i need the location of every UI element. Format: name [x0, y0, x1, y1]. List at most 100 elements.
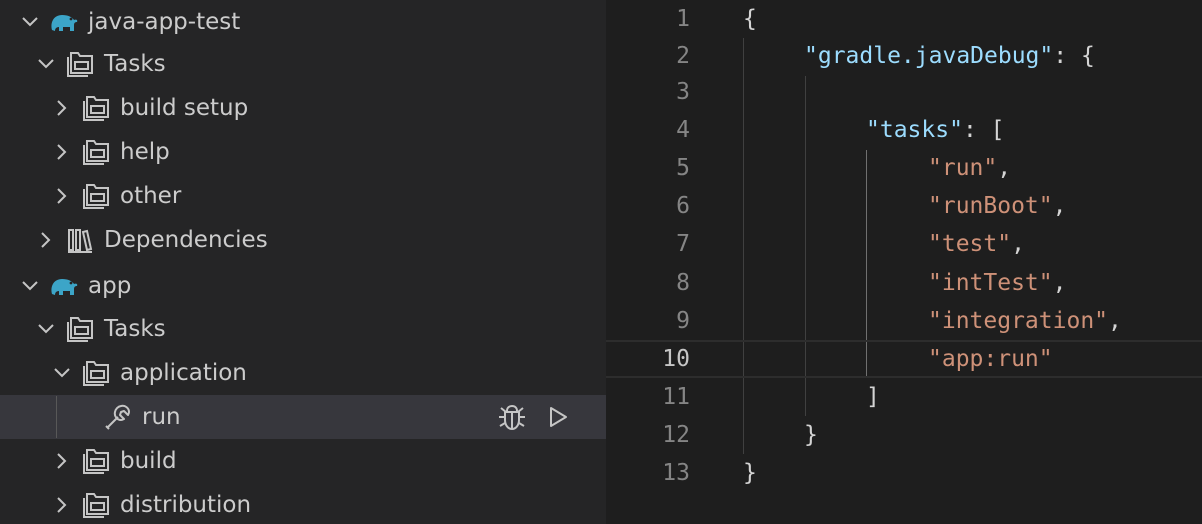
library-icon	[64, 226, 96, 254]
json-string: "runBoot"	[928, 193, 1053, 219]
tree-item-label: run	[142, 403, 181, 430]
chevron-right-icon[interactable]	[34, 228, 58, 252]
tree-item-tasks[interactable]: Tasks	[0, 307, 606, 351]
tree-item-dependencies[interactable]: Dependencies	[0, 218, 606, 262]
row-actions	[494, 395, 576, 439]
json-string: "intTest"	[928, 270, 1053, 296]
tree-indent-guide	[56, 396, 57, 438]
json-punctuation: ,	[1108, 308, 1122, 334]
json-punctuation: : {	[1053, 43, 1095, 69]
chevron-down-icon[interactable]	[50, 361, 74, 385]
code-text: }	[804, 422, 818, 448]
code-line-10[interactable]: 10 "app:run"	[606, 340, 1202, 378]
code-text: "runBoot",	[928, 193, 1066, 219]
vscode-window: java-app-test Tasks build setup help oth…	[0, 0, 1202, 524]
folder-library-icon	[64, 50, 96, 78]
line-number: 7	[676, 231, 690, 257]
tree-item-other[interactable]: other	[0, 174, 606, 218]
tree-item-tasks[interactable]: Tasks	[0, 42, 606, 86]
chevron-right-icon[interactable]	[50, 140, 74, 164]
json-punctuation: ,	[997, 155, 1012, 181]
gradle-elephant-icon	[48, 272, 80, 300]
json-string: "test"	[928, 231, 1012, 257]
tree-item-label: other	[120, 182, 182, 209]
play-icon[interactable]	[540, 399, 576, 435]
folder-library-icon	[80, 447, 112, 475]
code-text: "run",	[928, 155, 1011, 181]
code-line-13[interactable]: 13 }	[606, 454, 1202, 492]
code-text: "integration",	[928, 308, 1122, 334]
folder-library-icon	[80, 182, 112, 210]
json-punctuation: ,	[1052, 193, 1067, 219]
chevron-right-icon[interactable]	[50, 96, 74, 120]
code-text: "tasks": [	[866, 117, 1004, 143]
chevron-right-icon[interactable]	[50, 184, 74, 208]
chevron-down-icon[interactable]	[34, 317, 58, 341]
code-line-9[interactable]: 9 "integration",	[606, 302, 1202, 340]
json-punctuation: ,	[1011, 231, 1025, 257]
code-line-8[interactable]: 8 "intTest",	[606, 264, 1202, 302]
chevron-right-icon[interactable]	[50, 449, 74, 473]
chevron-down-icon[interactable]	[18, 10, 42, 34]
code-line-7[interactable]: 7 "test",	[606, 225, 1202, 263]
tree-item-java-app-test[interactable]: java-app-test	[0, 0, 606, 44]
line-number: 3	[676, 79, 690, 105]
tree-item-run[interactable]: run	[0, 395, 606, 439]
tree-item-label: Tasks	[104, 315, 166, 342]
line-number: 8	[676, 270, 690, 296]
tree-item-label: Dependencies	[104, 226, 268, 253]
chevron-down-icon[interactable]	[18, 274, 42, 298]
line-number: 5	[676, 155, 690, 181]
folder-library-icon	[80, 94, 112, 122]
code-text: "gradle.javaDebug": {	[804, 43, 1095, 69]
folder-library-icon	[64, 315, 96, 343]
tree-item-label: Tasks	[104, 50, 166, 77]
code-line-4[interactable]: 4 "tasks": [	[606, 111, 1202, 149]
line-number: 11	[662, 384, 690, 410]
tree-item-label: app	[88, 272, 132, 299]
code-editor[interactable]: 1 { 2 "gradle.javaDebug": { 3 4 "tasks":…	[606, 0, 1202, 524]
code-line-5[interactable]: 5 "run",	[606, 149, 1202, 187]
gradle-projects-tree: java-app-test Tasks build setup help oth…	[0, 0, 606, 524]
wrench-icon	[102, 403, 134, 431]
line-number: 2	[676, 43, 690, 69]
tree-item-app[interactable]: app	[0, 264, 606, 308]
code-line-1[interactable]: 1 {	[606, 0, 1202, 38]
chevron-right-icon[interactable]	[50, 493, 74, 517]
code-line-11[interactable]: 11 ]	[606, 378, 1202, 416]
tree-item-distribution[interactable]: distribution	[0, 483, 606, 524]
code-line-6[interactable]: 6 "runBoot",	[606, 187, 1202, 225]
folder-library-icon	[80, 138, 112, 166]
json-punctuation: ,	[1052, 270, 1067, 296]
json-string: "integration"	[928, 308, 1109, 334]
json-key: "tasks"	[866, 117, 963, 143]
line-number: 1	[676, 6, 690, 32]
json-string: "app:run"	[928, 346, 1053, 372]
debug-icon[interactable]	[494, 399, 530, 435]
line-number: 9	[676, 308, 690, 334]
tree-item-label: application	[120, 359, 247, 386]
code-line-12[interactable]: 12 }	[606, 416, 1202, 454]
folder-library-icon	[80, 359, 112, 387]
chevron-down-icon[interactable]	[34, 52, 58, 76]
code-text: }	[743, 460, 757, 486]
tree-item-label: help	[120, 138, 170, 165]
code-text: {	[743, 6, 757, 32]
tree-item-help[interactable]: help	[0, 130, 606, 174]
tree-item-label: distribution	[120, 491, 252, 518]
gradle-elephant-icon	[48, 8, 80, 36]
line-number: 4	[676, 117, 690, 143]
json-string: "run"	[928, 155, 998, 181]
code-text: "intTest",	[928, 270, 1066, 296]
code-line-2[interactable]: 2 "gradle.javaDebug": {	[606, 37, 1202, 75]
tree-item-application[interactable]: application	[0, 351, 606, 395]
tree-item-build[interactable]: build	[0, 439, 606, 483]
line-number: 10	[662, 346, 690, 372]
json-key: "gradle.javaDebug"	[804, 43, 1054, 69]
tree-item-build-setup[interactable]: build setup	[0, 86, 606, 130]
json-punctuation: : [	[962, 117, 1005, 143]
code-line-3[interactable]: 3	[606, 73, 1202, 111]
code-text: "app:run"	[928, 346, 1053, 372]
tree-item-label: build	[120, 447, 177, 474]
line-number: 13	[662, 460, 690, 486]
